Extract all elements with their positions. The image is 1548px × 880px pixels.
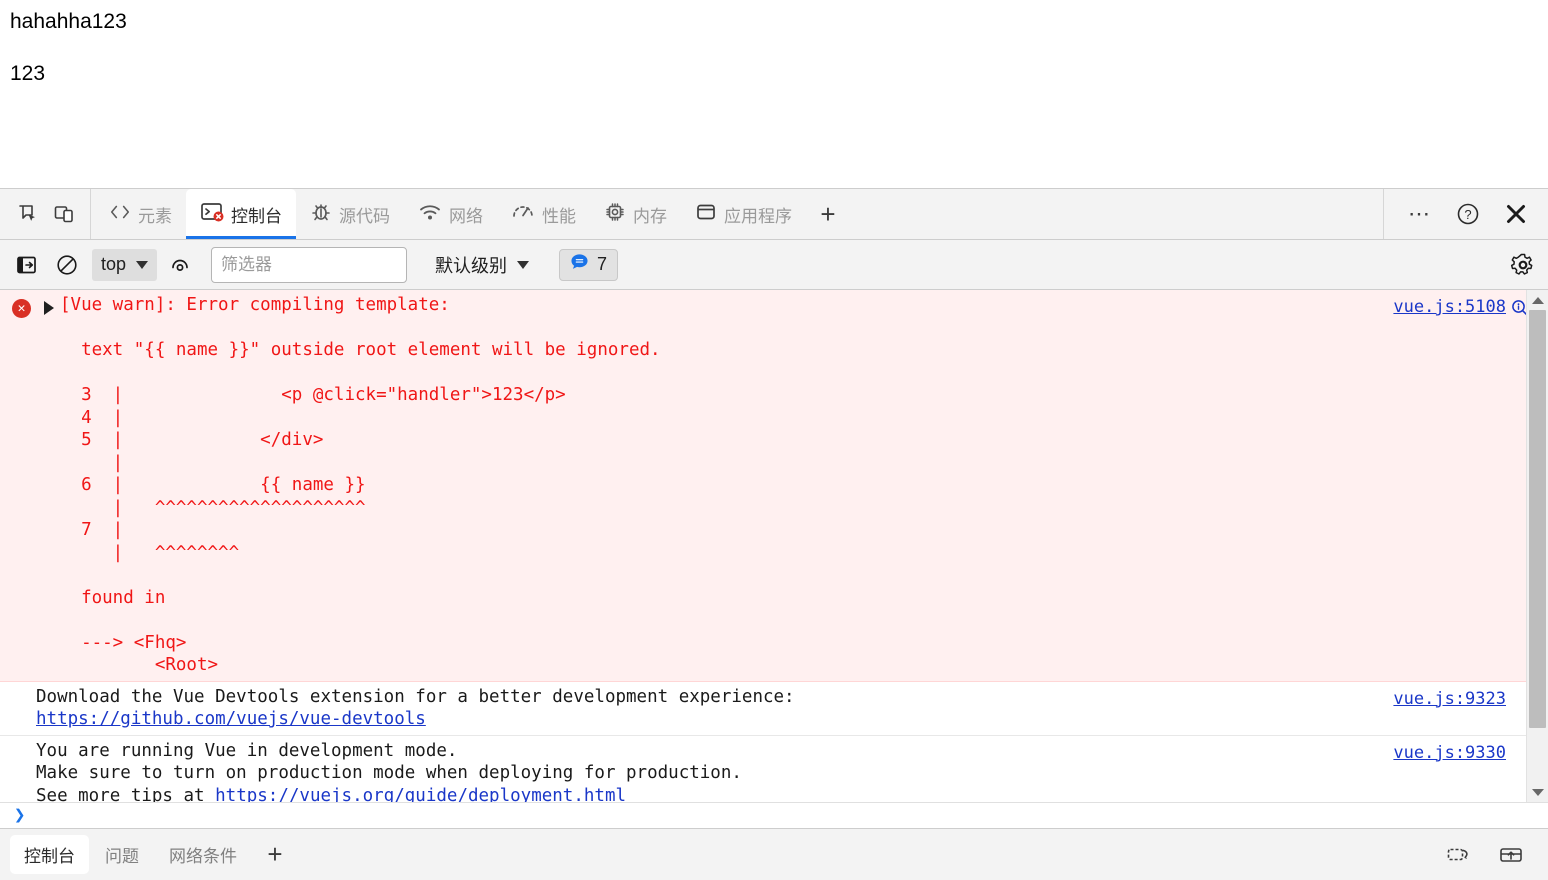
- help-icon[interactable]: ?: [1446, 194, 1490, 234]
- console-message-info-devtools[interactable]: Download the Vue Devtools extension for …: [0, 681, 1548, 736]
- dock-panel-icon[interactable]: [1492, 838, 1530, 872]
- page-viewport: hahahha123 123: [0, 0, 1548, 188]
- drawer-tab-console[interactable]: 控制台: [10, 835, 89, 874]
- devtools-tabbar-right-tools: ⋯ ?: [1383, 189, 1548, 239]
- tab-sources[interactable]: 源代码: [296, 189, 404, 239]
- gauge-icon: [511, 201, 535, 228]
- console-sidebar-icon[interactable]: [10, 249, 44, 281]
- scrollbar-track[interactable]: [1527, 310, 1548, 782]
- tab-performance[interactable]: 性能: [497, 189, 590, 239]
- execution-context-selector[interactable]: top: [92, 248, 158, 281]
- page-text-line-2: 123: [10, 62, 46, 86]
- tab-console-label: 控制台: [231, 206, 282, 226]
- source-link-vue-5108[interactable]: vue.js:5108: [1393, 296, 1506, 319]
- bug-icon: [310, 201, 332, 228]
- tab-network[interactable]: 网络: [404, 189, 497, 239]
- tab-console[interactable]: 控制台: [186, 189, 296, 239]
- device-toolbar-icon[interactable]: [46, 197, 82, 231]
- message-count-value: 7: [597, 254, 608, 274]
- more-options-icon[interactable]: ⋯: [1398, 194, 1442, 234]
- devtools-tabs: 元素 控制台 源代码 网络 性能 内存 应用程序 +: [91, 189, 1383, 239]
- tab-elements-label: 元素: [138, 206, 172, 226]
- tab-sources-label: 源代码: [339, 206, 390, 226]
- page-text-line-1: hahahha123: [10, 10, 127, 33]
- log-levels-selector[interactable]: 默认级别: [427, 249, 537, 281]
- screenshot-capture-icon[interactable]: [1440, 838, 1478, 872]
- tab-memory[interactable]: 内存: [590, 189, 681, 239]
- drawer-tabs: 控制台 问题 网络条件 +: [10, 835, 297, 874]
- error-circle-icon: ✕: [12, 299, 31, 318]
- more-options-dots: ⋯: [1408, 200, 1432, 226]
- source-link-vue-9323[interactable]: vue.js:9323: [1393, 688, 1506, 711]
- scroll-down-arrow[interactable]: [1527, 782, 1548, 802]
- vue-devtools-link[interactable]: https://github.com/vuejs/vue-devtools: [36, 709, 426, 729]
- expand-triangle-icon[interactable]: [44, 301, 54, 315]
- tab-memory-label: 内存: [633, 206, 667, 226]
- drawer-right-tools: [1440, 838, 1538, 872]
- devtools-tabbar-left-tools: [0, 189, 91, 239]
- code-brackets-icon: [109, 202, 131, 227]
- tab-application[interactable]: 应用程序: [681, 189, 806, 239]
- devtools-panel: 元素 控制台 源代码 网络 性能 内存 应用程序 + ⋯ ? top 筛选器 默…: [0, 188, 1548, 880]
- drawer-tabbar: 控制台 问题 网络条件 +: [0, 828, 1548, 880]
- window-icon: [695, 202, 717, 227]
- settings-gear-icon[interactable]: [1506, 249, 1540, 281]
- drawer-add-tab-button[interactable]: +: [253, 837, 297, 873]
- console-toolbar: top 默认级别 7: [0, 240, 1548, 290]
- drawer-tab-network-conditions[interactable]: 网络条件: [155, 835, 251, 874]
- console-prompt-icon: [200, 201, 224, 228]
- devtools-tabbar: 元素 控制台 源代码 网络 性能 内存 应用程序 + ⋯ ?: [0, 189, 1548, 240]
- vue-deployment-guide-link[interactable]: https://vuejs.org/guide/deployment.html: [215, 786, 626, 803]
- chip-icon: [604, 201, 626, 228]
- tab-application-label: 应用程序: [724, 206, 792, 226]
- scroll-up-arrow[interactable]: [1527, 290, 1548, 310]
- chevron-down-icon: [136, 260, 149, 269]
- console-message-error-text: [Vue warn]: Error compiling template: te…: [60, 295, 661, 675]
- tab-elements[interactable]: 元素: [95, 189, 186, 239]
- console-prompt-row[interactable]: ❯: [0, 802, 1548, 828]
- inspect-element-icon[interactable]: [10, 197, 46, 231]
- live-expression-icon[interactable]: [163, 249, 197, 281]
- tab-performance-label: 性能: [542, 206, 576, 226]
- console-message-list: ✕ [Vue warn]: Error compiling template: …: [0, 290, 1548, 802]
- console-message-devmode-text: You are running Vue in development mode.…: [0, 740, 1428, 803]
- tab-network-label: 网络: [449, 206, 483, 226]
- console-filter-input[interactable]: [211, 246, 408, 283]
- source-link-vue-9330[interactable]: vue.js:9330: [1393, 742, 1506, 765]
- add-tab-button[interactable]: +: [806, 189, 850, 239]
- log-levels-label: 默认级别: [435, 255, 508, 276]
- scrollbar-thumb[interactable]: [1528, 310, 1546, 728]
- execution-context-value: top: [101, 254, 127, 274]
- clear-console-icon[interactable]: [50, 249, 84, 281]
- drawer-tab-issues[interactable]: 问题: [91, 835, 153, 874]
- prompt-chevron-icon: ❯: [14, 804, 26, 826]
- close-devtools-icon[interactable]: [1494, 194, 1538, 234]
- wifi-icon: [418, 201, 442, 228]
- console-message-error[interactable]: ✕ [Vue warn]: Error compiling template: …: [0, 290, 1548, 682]
- console-scrollbar[interactable]: [1526, 290, 1548, 802]
- console-message-info-devmode[interactable]: You are running Vue in development mode.…: [0, 735, 1548, 803]
- svg-text:?: ?: [1464, 207, 1471, 222]
- console-message-devtools-text: Download the Vue Devtools extension for …: [0, 686, 1428, 731]
- message-count-badge[interactable]: 7: [559, 248, 619, 281]
- chevron-down-icon: [517, 260, 530, 269]
- message-bubble-icon: [570, 253, 589, 276]
- console-body: ✕ [Vue warn]: Error compiling template: …: [0, 290, 1548, 828]
- devtools-message-body: Download the Vue Devtools extension for …: [36, 686, 795, 707]
